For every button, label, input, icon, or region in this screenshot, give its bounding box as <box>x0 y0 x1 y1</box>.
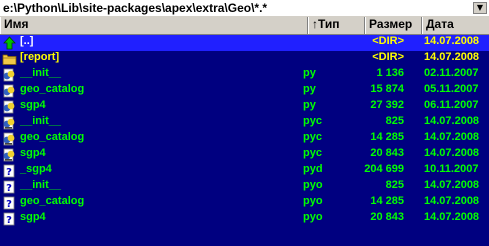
file-row[interactable]: ? sgp4 pyo 20 843 14.07.2008 <box>0 211 489 227</box>
file-name: sgp4 <box>20 99 46 111</box>
file-type: py <box>303 99 316 111</box>
file-size: 20 843 <box>370 211 404 223</box>
python-icon <box>2 84 17 98</box>
file-type: pyo <box>303 179 323 191</box>
svg-text:?: ? <box>6 199 12 210</box>
file-date: 14.07.2008 <box>424 131 480 143</box>
file-type: pyo <box>303 195 323 207</box>
file-date: 14.07.2008 <box>424 115 480 127</box>
python-icon <box>2 68 17 82</box>
file-row[interactable]: __init__ pyc 825 14.07.2008 <box>0 115 489 131</box>
file-size: 20 843 <box>370 147 404 159</box>
file-row[interactable]: ? _sgp4 pyd 204 699 10.11.2007 <box>0 163 489 179</box>
file-type: pyc <box>303 115 322 127</box>
file-date: 14.07.2008 <box>424 35 480 47</box>
folder-icon <box>2 52 17 66</box>
column-header: Имя ↑Тип Размер Дата <box>0 17 489 35</box>
file-name: __init__ <box>20 115 61 127</box>
file-name: [..] <box>20 35 34 47</box>
file-date: 14.07.2008 <box>424 211 480 223</box>
file-row[interactable]: [report] <DIR> 14.07.2008 <box>0 51 489 67</box>
file-date: 14.07.2008 <box>424 51 480 63</box>
file-size: <DIR> <box>372 35 404 47</box>
up-arrow-icon <box>2 36 17 50</box>
file-row[interactable]: [..] <DIR> 14.07.2008 <box>0 35 489 51</box>
python-icon <box>2 100 17 114</box>
file-size: <DIR> <box>372 51 404 63</box>
path-bar[interactable]: e:\Python\Lib\site-packages\apex\extra\G… <box>0 0 489 17</box>
file-size: 1 136 <box>376 67 404 79</box>
file-name: __init__ <box>20 67 61 79</box>
file-date: 14.07.2008 <box>424 195 480 207</box>
file-size: 15 874 <box>370 83 404 95</box>
unknown-file-icon: ? <box>2 164 17 178</box>
unknown-file-icon: ? <box>2 180 17 194</box>
file-type: pyc <box>303 147 322 159</box>
file-name: geo_catalog <box>20 195 85 207</box>
file-panel[interactable]: e:\Python\Lib\site-packages\apex\extra\G… <box>0 0 489 246</box>
file-name: __init__ <box>20 179 61 191</box>
file-type: pyo <box>303 211 323 223</box>
file-date: 10.11.2007 <box>424 163 479 175</box>
current-path: e:\Python\Lib\site-packages\apex\extra\G… <box>3 1 268 15</box>
file-date: 02.11.2007 <box>424 67 479 79</box>
file-row[interactable]: __init__ py 1 136 02.11.2007 <box>0 67 489 83</box>
file-row[interactable]: sgp4 pyc 20 843 14.07.2008 <box>0 147 489 163</box>
unknown-file-icon: ? <box>2 212 17 226</box>
python-compiled-icon <box>2 116 17 130</box>
file-date: 06.11.2007 <box>424 99 479 111</box>
file-size: 825 <box>385 115 404 127</box>
file-row[interactable]: sgp4 py 27 392 06.11.2007 <box>0 99 489 115</box>
file-name: _sgp4 <box>20 163 52 175</box>
path-history-button[interactable]: ▼ <box>473 2 487 14</box>
file-name: geo_catalog <box>20 131 85 143</box>
file-row[interactable]: geo_catalog py 15 874 05.11.2007 <box>0 83 489 99</box>
file-row[interactable]: ? geo_catalog pyo 14 285 14.07.2008 <box>0 195 489 211</box>
file-type: py <box>303 67 316 79</box>
svg-text:?: ? <box>6 215 12 226</box>
file-type: py <box>303 83 316 95</box>
file-date: 05.11.2007 <box>424 83 479 95</box>
file-name: geo_catalog <box>20 83 85 95</box>
python-compiled-icon <box>2 148 17 162</box>
file-size: 14 285 <box>370 195 404 207</box>
file-name: [report] <box>20 51 60 63</box>
file-type: pyd <box>303 163 323 175</box>
unknown-file-icon: ? <box>2 196 17 210</box>
svg-text:?: ? <box>6 167 12 178</box>
column-name-header[interactable]: Имя <box>0 17 308 34</box>
column-type-header[interactable]: ↑Тип <box>308 17 365 34</box>
file-size: 14 285 <box>370 131 404 143</box>
svg-text:?: ? <box>6 183 12 194</box>
file-date: 14.07.2008 <box>424 147 480 159</box>
file-name: sgp4 <box>20 211 46 223</box>
file-row[interactable]: geo_catalog pyc 14 285 14.07.2008 <box>0 131 489 147</box>
file-list: [..] <DIR> 14.07.2008 [report] <DIR> 14.07.20… <box>0 35 489 227</box>
file-size: 204 699 <box>364 163 404 175</box>
file-row[interactable]: ? __init__ pyo 825 14.07.2008 <box>0 179 489 195</box>
file-date: 14.07.2008 <box>424 179 480 191</box>
file-size: 825 <box>385 179 404 191</box>
python-compiled-icon <box>2 132 17 146</box>
file-type: pyc <box>303 131 322 143</box>
file-size: 27 392 <box>370 99 404 111</box>
column-size-header[interactable]: Размер <box>365 17 422 34</box>
column-date-header[interactable]: Дата <box>422 17 489 34</box>
file-name: sgp4 <box>20 147 46 159</box>
